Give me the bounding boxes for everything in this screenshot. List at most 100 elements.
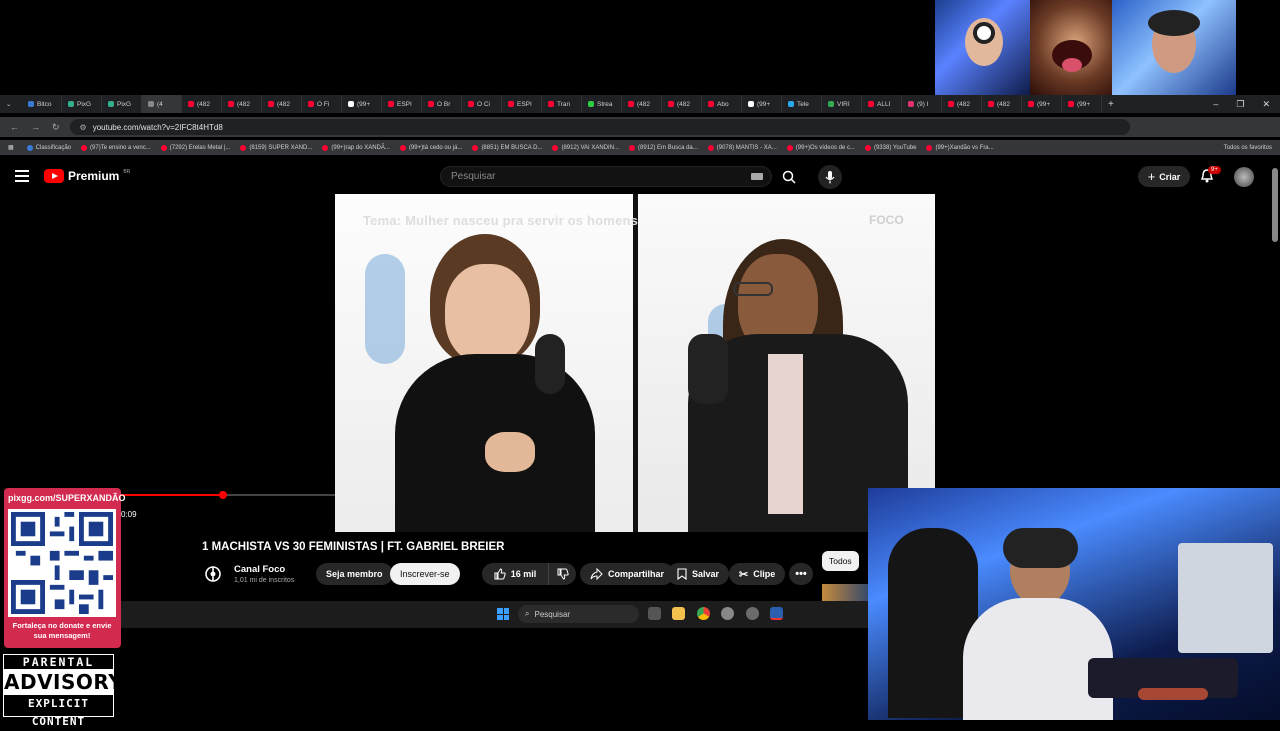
browser-tab[interactable]: (482 xyxy=(262,95,302,113)
join-button[interactable]: Seja membro xyxy=(316,563,393,585)
create-label: Criar xyxy=(1159,171,1181,182)
task-view-icon[interactable] xyxy=(648,607,661,620)
site-info-icon[interactable]: ⚙ xyxy=(80,123,87,132)
bookmark-favicon xyxy=(552,144,559,151)
tab-favicon xyxy=(868,101,874,107)
browser-tab[interactable]: (99+ xyxy=(342,95,382,113)
channel-name[interactable]: Canal Foco xyxy=(234,564,285,575)
browser-tab[interactable]: PixG xyxy=(102,95,142,113)
browser-tab[interactable]: (4 xyxy=(142,95,182,113)
settings-icon[interactable] xyxy=(721,607,734,620)
bookmark-icon xyxy=(677,568,687,580)
subscribe-button[interactable]: Inscrever-se xyxy=(390,563,460,585)
subscribe-label: Inscrever-se xyxy=(400,569,450,579)
bookmark-item[interactable]: (7292) Erelas Metal |... xyxy=(156,144,236,151)
browser-tab[interactable]: (99+ xyxy=(742,95,782,113)
browser-tab[interactable]: (482 xyxy=(942,95,982,113)
dislike-button[interactable] xyxy=(548,563,576,585)
more-actions-button[interactable]: ••• xyxy=(789,563,813,585)
file-explorer-icon[interactable] xyxy=(672,607,685,620)
browser-tab[interactable]: PixG xyxy=(62,95,102,113)
menu-icon[interactable] xyxy=(15,170,29,182)
tab-label: (9) I xyxy=(917,100,929,108)
progress-scrubber[interactable] xyxy=(219,491,228,499)
tab-label: O Ci xyxy=(477,100,490,108)
bookmark-label: (99+)Os vídeos de c... xyxy=(795,144,855,151)
browser-tab[interactable]: Tele xyxy=(782,95,822,113)
bookmark-item[interactable]: (8159) SUPER XAND... xyxy=(235,144,317,151)
voice-search-button[interactable] xyxy=(818,165,842,189)
back-icon[interactable]: ← xyxy=(10,122,19,133)
browser-tab[interactable]: O Br xyxy=(422,95,462,113)
bookmark-item[interactable]: (99+)rap do XANDÃ... xyxy=(317,144,395,151)
browser-tab[interactable]: ESPI xyxy=(382,95,422,113)
search-input[interactable]: Pesquisar xyxy=(440,166,772,187)
tab-label: (4 xyxy=(157,100,163,108)
bookmark-favicon xyxy=(629,144,636,151)
browser-tab[interactable]: (9) I xyxy=(902,95,942,113)
bookmark-item[interactable]: (97)Te ensino a venc... xyxy=(76,144,156,151)
scissors-icon: ✂ xyxy=(739,568,749,581)
bookmark-item[interactable]: (99+)tá cedo ou já... xyxy=(395,144,468,151)
browser-tab[interactable]: (482 xyxy=(622,95,662,113)
browser-tab[interactable]: ESPI xyxy=(502,95,542,113)
bookmark-item[interactable]: Classificação xyxy=(22,144,76,151)
new-tab-button[interactable]: + xyxy=(1102,95,1118,113)
maximize-icon[interactable]: ❐ xyxy=(1236,99,1244,110)
save-button[interactable]: Salvar xyxy=(667,563,730,585)
taskbar-search[interactable]: ⌕ Pesquisar xyxy=(518,605,639,623)
steam-icon[interactable] xyxy=(770,607,783,620)
browser-tab[interactable]: (482 xyxy=(182,95,222,113)
browser-tab[interactable]: Bitco xyxy=(22,95,62,113)
bookmark-item[interactable]: (99+)Os vídeos de c... xyxy=(782,144,860,151)
recommended-video-thumbnail[interactable] xyxy=(822,584,868,602)
url-field[interactable]: ⚙ youtube.com/watch?v=2IFC8t4HTd8 xyxy=(69,119,1130,135)
browser-tab[interactable]: (99+ xyxy=(1062,95,1102,113)
minimize-icon[interactable]: – xyxy=(1213,99,1218,110)
search-button[interactable] xyxy=(776,166,802,187)
bookmark-item[interactable]: (99+)Xandão vs Fra... xyxy=(921,144,998,151)
tab-favicon xyxy=(1028,101,1034,107)
browser-tab[interactable]: (482 xyxy=(982,95,1022,113)
browser-tab[interactable]: O Fi xyxy=(302,95,342,113)
browser-tab[interactable]: Strea xyxy=(582,95,622,113)
filter-chip-all[interactable]: Todos xyxy=(822,551,859,571)
chrome-icon[interactable] xyxy=(697,607,710,620)
avatar[interactable] xyxy=(1234,167,1254,187)
tab-label: Tran xyxy=(557,100,571,108)
bookmark-item[interactable]: (8912) Em Busca da... xyxy=(624,144,703,151)
reload-icon[interactable]: ↻ xyxy=(52,122,60,133)
obs-icon[interactable] xyxy=(746,607,759,620)
create-button[interactable]: + Criar xyxy=(1138,166,1190,187)
video-player[interactable]: Tema: Mulher nasceu pra servir os homens… xyxy=(335,194,935,532)
close-icon[interactable]: ✕ xyxy=(1262,99,1270,110)
channel-avatar[interactable] xyxy=(204,565,222,583)
logo-text: Premium xyxy=(68,169,120,183)
browser-tab[interactable]: (99+ xyxy=(1022,95,1062,113)
keyboard-icon[interactable] xyxy=(751,173,763,180)
bookmark-item[interactable]: (8912) VAI XANDIN... xyxy=(547,144,624,151)
tab-label: (482 xyxy=(677,100,691,108)
browser-tab[interactable]: O Ci xyxy=(462,95,502,113)
share-button[interactable]: Compartilhar xyxy=(580,563,675,585)
browser-tab[interactable]: ALLI xyxy=(862,95,902,113)
page-scrollbar[interactable] xyxy=(1272,168,1278,242)
windows-start-icon[interactable] xyxy=(497,608,509,620)
youtube-premium-logo[interactable]: Premium BR xyxy=(44,169,130,183)
bookmark-item[interactable]: (8851) EM BUSCA D... xyxy=(467,144,547,151)
like-button[interactable]: 16 mil xyxy=(482,563,548,585)
forward-icon[interactable]: → xyxy=(31,122,40,133)
clip-button[interactable]: ✂ Clipe xyxy=(729,563,786,585)
browser-tab[interactable]: Tran xyxy=(542,95,582,113)
browser-tab[interactable]: (482 xyxy=(662,95,702,113)
tab-label: VIRI xyxy=(837,100,850,108)
browser-tab[interactable]: (482 xyxy=(222,95,262,113)
apps-icon[interactable]: ▦ xyxy=(0,144,22,151)
bookmark-item[interactable]: (9078) MANTIS - XA... xyxy=(703,144,782,151)
browser-tab[interactable]: Abo xyxy=(702,95,742,113)
tab-list-button[interactable]: ⌄ xyxy=(0,95,22,113)
bookmark-item[interactable]: (9338) YouTube xyxy=(860,144,921,151)
bookmark-label: (8159) SUPER XAND... xyxy=(249,144,313,151)
all-favorites-link[interactable]: Todos os favoritos xyxy=(1224,145,1280,151)
browser-tab[interactable]: VIRI xyxy=(822,95,862,113)
